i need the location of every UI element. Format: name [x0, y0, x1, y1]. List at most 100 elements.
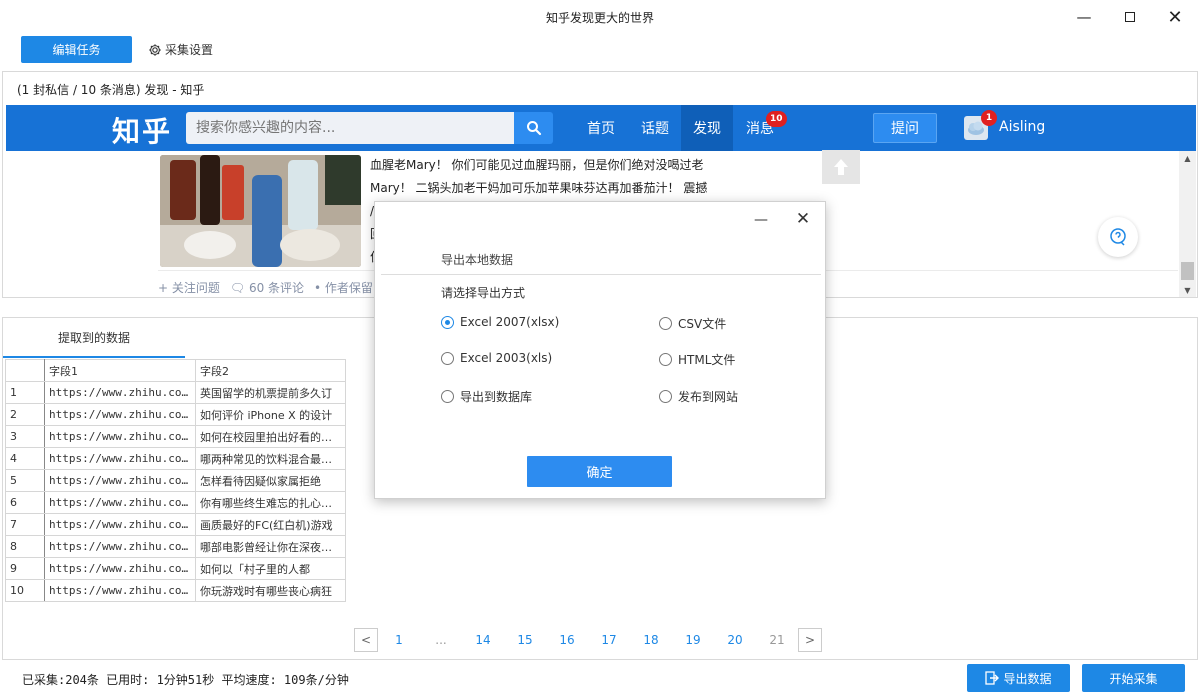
close-button[interactable]: ✕ [1157, 4, 1193, 30]
page-number[interactable]: 17 [588, 633, 630, 647]
page-number[interactable]: 16 [546, 633, 588, 647]
row-index-cell[interactable]: 6 [5, 491, 45, 514]
field1-cell[interactable]: https://www.zhihu.com/question/3 [44, 425, 196, 448]
table-row[interactable]: 5 https://www.zhihu.com/question/5 怎样看待因疑似… [5, 469, 346, 492]
table-row[interactable]: 8 https://www.zhihu.com/question/8 哪部电影曾经让… [5, 535, 346, 558]
page-number[interactable]: 19 [672, 633, 714, 647]
page-number[interactable]: 18 [630, 633, 672, 647]
zhihu-logo[interactable]: 知乎 [112, 110, 172, 150]
export-dialog: — ✕ 导出本地数据 请选择导出方式 Excel 2007(xlsx) CSV文… [374, 201, 826, 499]
table-row[interactable]: 1 https://www.zhihu.com/question/1 英国留学的机票… [5, 381, 346, 404]
arrow-up-icon [834, 159, 848, 175]
row-index-cell[interactable]: 8 [5, 535, 45, 558]
radio-publish-website[interactable]: 发布到网站 [659, 388, 738, 405]
page-number[interactable]: 1 [378, 633, 420, 647]
page-number[interactable]: 14 [462, 633, 504, 647]
field1-cell[interactable]: https://www.zhihu.com/question/5 [44, 469, 196, 492]
table-row[interactable]: 6 https://www.zhihu.com/question/6 你有哪些终生难… [5, 491, 346, 514]
edit-task-button[interactable]: 编辑任务 [21, 36, 132, 63]
author-reserved-text: • 作者保留 [314, 281, 373, 295]
cell-text: https://www.zhihu.com/question/3 [49, 430, 191, 443]
field1-cell[interactable]: https://www.zhihu.com/question/4 [44, 447, 196, 470]
export-data-button[interactable]: 导出数据 [967, 664, 1070, 692]
cell-text: 4 [10, 452, 17, 465]
comments-link[interactable]: 🗨 60 条评论 [230, 279, 304, 296]
back-to-top-button[interactable] [822, 150, 860, 184]
zhihu-ask-button[interactable]: 提问 [873, 113, 937, 143]
field1-cell[interactable]: https://www.zhihu.com/question/10 [44, 579, 196, 602]
field2-cell[interactable]: 怎样看待因疑似家属拒绝 [195, 469, 346, 492]
zhihu-menu-home[interactable]: 首页 [580, 105, 622, 151]
row-index-cell[interactable]: 7 [5, 513, 45, 536]
table-row[interactable]: 3 https://www.zhihu.com/question/3 如何在校园里拍… [5, 425, 346, 448]
radio-label: 发布到网站 [678, 390, 739, 404]
column-header-field2[interactable]: 字段2 [195, 359, 346, 382]
table-row[interactable]: 7 https://www.zhihu.com/question/7 画质最好的FC… [5, 513, 346, 536]
maximize-button[interactable] [1112, 4, 1148, 30]
field2-cell[interactable]: 哪两种常见的饮料混合最好喝 [195, 447, 346, 470]
row-index-cell[interactable]: 4 [5, 447, 45, 470]
radio-csv[interactable]: CSV文件 [659, 315, 726, 332]
field1-cell[interactable]: https://www.zhihu.com/question/2 [44, 403, 196, 426]
field2-cell[interactable]: 你玩游戏时有哪些丧心病狂 [195, 579, 346, 602]
minimize-button[interactable]: — [1066, 4, 1102, 30]
username[interactable]: Aisling [999, 119, 1045, 135]
column-header-field1[interactable]: 字段1 [44, 359, 196, 382]
field2-cell[interactable]: 如何以「村子里的人都 [195, 557, 346, 580]
field2-cell[interactable]: 哪部电影曾经让你在深夜落泪 [195, 535, 346, 558]
table-row[interactable]: 10 https://www.zhihu.com/question/10 你玩游戏时… [5, 579, 346, 602]
field1-cell[interactable]: https://www.zhihu.com/question/6 [44, 491, 196, 514]
row-index-cell[interactable]: 5 [5, 469, 45, 492]
data-table: 字段1 字段2 1 https://www.zhihu.com/question/… [5, 359, 346, 602]
prev-page-button[interactable]: < [354, 628, 378, 652]
row-index-cell[interactable]: 10 [5, 579, 45, 602]
collect-settings-button[interactable]: 采集设置 [148, 41, 213, 58]
browser-scrollbar[interactable]: ▲ ▼ [1179, 151, 1196, 297]
radio-html[interactable]: HTML文件 [659, 351, 735, 368]
zhihu-search-button[interactable] [514, 112, 553, 144]
follow-question-link[interactable]: + 关注问题 [158, 279, 220, 296]
field1-cell[interactable]: https://www.zhihu.com/question/8 [44, 535, 196, 558]
field1-cell[interactable]: https://www.zhihu.com/question/1 [44, 381, 196, 404]
help-float-button[interactable] [1098, 217, 1138, 257]
zhihu-menu-topics[interactable]: 话题 [634, 105, 676, 151]
radio-selected-icon [441, 315, 454, 329]
confirm-button[interactable]: 确定 [527, 456, 672, 487]
cell-text: 8 [10, 540, 17, 553]
page-number-current[interactable]: 21 [756, 633, 798, 647]
field2-cell[interactable]: 你有哪些终生难忘的扎心经历 [195, 491, 346, 514]
row-index-cell[interactable]: 1 [5, 381, 45, 404]
table-row[interactable]: 2 https://www.zhihu.com/question/2 如何评价 iP… [5, 403, 346, 426]
radio-excel-2003[interactable]: Excel 2003(xls) [441, 351, 552, 365]
field1-cell[interactable]: https://www.zhihu.com/question/7 [44, 513, 196, 536]
row-index-cell[interactable]: 2 [5, 403, 45, 426]
radio-database[interactable]: 导出到数据库 [441, 388, 532, 405]
radio-excel-2007[interactable]: Excel 2007(xlsx) [441, 315, 559, 329]
tab-extracted-data[interactable]: 提取到的数据 [3, 318, 185, 358]
next-page-button[interactable]: > [798, 628, 822, 652]
start-collect-button[interactable]: 开始采集 [1082, 664, 1185, 692]
field2-cell[interactable]: 画质最好的FC(红白机)游戏 [195, 513, 346, 536]
field2-cell[interactable]: 英国留学的机票提前多久订 [195, 381, 346, 404]
table-row[interactable]: 9 https://www.zhihu.com/question/9 如何以「村子里… [5, 557, 346, 580]
field2-cell[interactable]: 如何在校园里拍出好看的照片 [195, 425, 346, 448]
feed-image[interactable] [160, 155, 361, 267]
table-row[interactable]: 4 https://www.zhihu.com/question/4 哪两种常见的饮… [5, 447, 346, 470]
dialog-minimize-button[interactable]: — [751, 210, 771, 230]
page-number[interactable]: 15 [504, 633, 546, 647]
row-index-cell[interactable]: 9 [5, 557, 45, 580]
zhihu-menu-discover[interactable]: 发现 [681, 105, 733, 151]
scroll-thumb[interactable] [1181, 262, 1194, 280]
radio-label: HTML文件 [678, 353, 736, 367]
dialog-close-button[interactable]: ✕ [793, 209, 813, 229]
cell-text: https://www.zhihu.com/question/10 [49, 584, 191, 597]
page-number[interactable]: 20 [714, 633, 756, 647]
scroll-up-arrow[interactable]: ▲ [1179, 151, 1196, 165]
field2-cell[interactable]: 如何评价 iPhone X 的设计 [195, 403, 346, 426]
window-title: 知乎发现更大的世界 [545, 11, 654, 25]
column-header-index[interactable] [5, 359, 45, 382]
row-index-cell[interactable]: 3 [5, 425, 45, 448]
field1-cell[interactable]: https://www.zhihu.com/question/9 [44, 557, 196, 580]
zhihu-search-input[interactable] [186, 112, 514, 144]
scroll-down-arrow[interactable]: ▼ [1179, 283, 1196, 297]
